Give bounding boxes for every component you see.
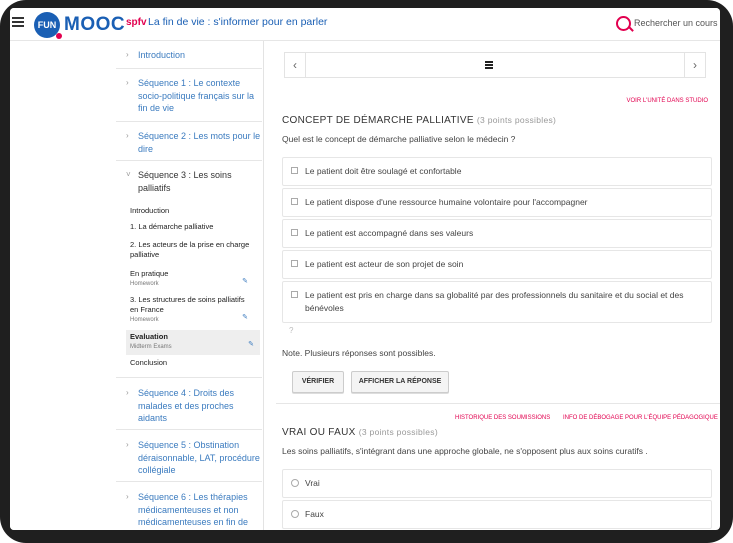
course-org: spfv [126, 17, 147, 28]
sidebar-subsection-acteurs[interactable]: 2. Les acteurs de la prise en charge pal… [130, 240, 254, 260]
sidebar-divider [116, 121, 262, 122]
edit-icon: ✎ [248, 341, 254, 348]
sidebar-section-sequence-2[interactable]: › Séquence 2 : Les mots pour le dire [116, 130, 262, 155]
sidebar-section-sequence-6[interactable]: › Séquence 6 : Les thérapies médicamenteu… [116, 491, 262, 530]
sidebar-subsection-structures[interactable]: 3. Les structures de soins palliatifs en… [130, 295, 254, 325]
unanswered-status-mark: ? [289, 326, 294, 335]
sidebar-divider [116, 68, 262, 69]
answer-option[interactable]: Faux [282, 500, 712, 529]
problem-separator [276, 403, 720, 404]
checkbox[interactable] [291, 167, 298, 174]
unit-content: ‹ › VOIR L'UNITÉ DANS STUDIO CONCEPT DE … [264, 41, 720, 530]
problem-title: VRAI OU FAUX (3 points possibles) [282, 427, 438, 438]
sidebar-subsection-introduction[interactable]: Introduction [130, 206, 254, 216]
radio-button[interactable] [291, 479, 299, 487]
checkbox[interactable] [291, 260, 298, 267]
checkbox[interactable] [291, 198, 298, 205]
problem-points: (3 points possibles) [358, 427, 438, 437]
checkbox[interactable] [291, 291, 298, 298]
answer-option[interactable]: Le patient doit être soulagé et conforta… [282, 157, 712, 186]
sidebar-divider [116, 160, 262, 161]
menu-icon[interactable] [12, 17, 24, 27]
chevron-right-icon: › [126, 388, 129, 397]
problem-question: Quel est le concept de démarche palliati… [282, 134, 516, 144]
check-button[interactable]: VÉRIFIER [292, 371, 344, 393]
sidebar-subsection-demarche-palliative[interactable]: 1. La démarche palliative [130, 222, 254, 232]
sequence-navigation: ‹ › [284, 52, 706, 78]
staff-debug-info-link[interactable]: INFO DE DÉBOGAGE POUR L'ÉQUIPE PÉDAGOGIQ… [563, 415, 718, 421]
show-answer-button[interactable]: AFFICHER LA RÉPONSE [351, 371, 449, 393]
chevron-right-icon: › [126, 78, 129, 87]
problem-note: Note. Plusieurs réponses sont possibles. [282, 348, 436, 358]
submission-history-link[interactable]: HISTORIQUE DES SOUMISSIONS [455, 415, 550, 421]
browser-screen: FUN MOOC spfv La fin de vie : s'informer… [10, 8, 720, 530]
answer-option[interactable]: Le patient est pris en charge dans sa gl… [282, 281, 712, 323]
sidebar-divider [116, 377, 262, 378]
chevron-right-icon: › [126, 131, 129, 140]
course-navigation-sidebar: › Introduction › Séquence 1 : Le contexte … [10, 41, 264, 530]
sidebar-subsection-en-pratique[interactable]: En pratique Homework ✎ [130, 269, 254, 289]
sidebar-section-sequence-3[interactable]: ˅ Séquence 3 : Les soins palliatifs [116, 169, 262, 194]
problem-points: (3 points possibles) [476, 115, 557, 125]
list-icon[interactable] [485, 61, 493, 69]
logo-dot [56, 33, 62, 39]
course-title[interactable]: La fin de vie : s'informer pour en parle… [148, 16, 327, 28]
sidebar-subsection-evaluation[interactable]: Evaluation Midterm Exams ✎ [126, 330, 260, 355]
sidebar-section-introduction[interactable]: › Introduction [116, 49, 262, 62]
edit-icon: ✎ [242, 278, 248, 285]
top-header: FUN MOOC spfv La fin de vie : s'informer… [10, 8, 720, 41]
sidebar-divider [116, 429, 262, 430]
radio-button[interactable] [291, 510, 299, 518]
edit-icon: ✎ [242, 314, 248, 321]
sidebar-subsection-conclusion[interactable]: Conclusion [130, 358, 254, 368]
answer-option[interactable]: Vrai [282, 469, 712, 498]
sidebar-section-sequence-1[interactable]: › Séquence 1 : Le contexte socio-politiqu… [116, 77, 262, 115]
answer-option[interactable]: Le patient est accompagné dans ses valeu… [282, 219, 712, 248]
chevron-left-icon: ‹ [293, 58, 297, 72]
answer-option[interactable]: Le patient dispose d'une ressource humai… [282, 188, 712, 217]
next-unit-button[interactable]: › [684, 53, 705, 77]
logo-text: MOOC [64, 14, 126, 35]
view-in-studio-link[interactable]: VOIR L'UNITÉ DANS STUDIO [627, 98, 709, 104]
sidebar-section-sequence-4[interactable]: › Séquence 4 : Droits des malades et des … [116, 387, 262, 425]
chevron-right-icon: › [126, 492, 129, 501]
chevron-down-icon: ˅ [126, 170, 131, 179]
sidebar-divider [116, 481, 262, 482]
sidebar-section-sequence-5[interactable]: › Séquence 5 : Obstination déraisonnable,… [116, 439, 262, 477]
checkbox[interactable] [291, 229, 298, 236]
search-courses-link[interactable]: Rechercher un cours [634, 18, 718, 28]
answer-option[interactable]: Le patient est acteur de son projet de s… [282, 250, 712, 279]
chevron-right-icon: › [126, 50, 129, 59]
chevron-right-icon: › [126, 440, 129, 449]
chevron-right-icon: › [693, 58, 697, 72]
problem-title: CONCEPT DE DÉMARCHE PALLIATIVE (3 points… [282, 115, 557, 126]
search-icon[interactable] [616, 16, 631, 31]
previous-unit-button[interactable]: ‹ [285, 53, 306, 77]
problem-question: Les soins palliatifs, s'intégrant dans u… [282, 446, 648, 456]
